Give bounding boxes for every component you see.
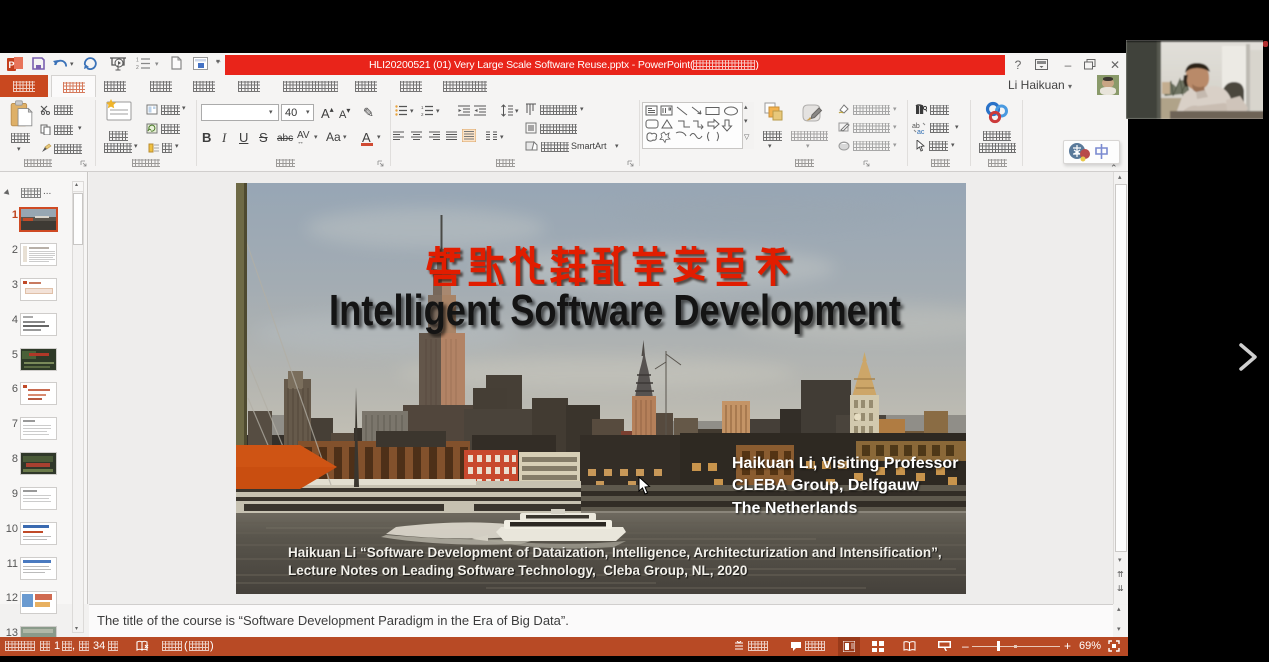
svg-text:1: 1 xyxy=(136,58,139,64)
svg-text:2: 2 xyxy=(136,65,139,70)
svg-text:Intelligent Software Developme: Intelligent Software Development xyxy=(329,286,901,335)
svg-text:1: 1 xyxy=(421,105,424,110)
svg-text:2: 2 xyxy=(421,112,424,116)
svg-text:P: P xyxy=(9,60,15,70)
svg-text:ac: ac xyxy=(917,129,925,134)
